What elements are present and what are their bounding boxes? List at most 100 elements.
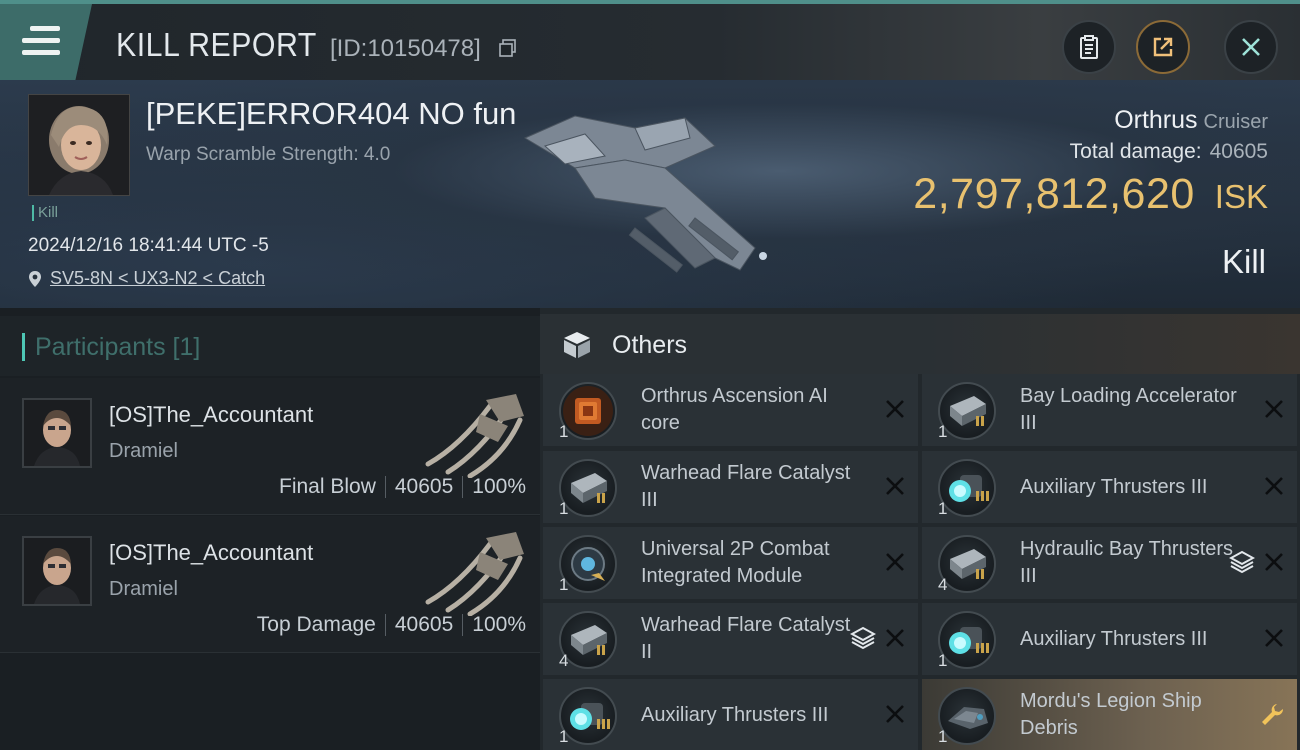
divider xyxy=(462,476,464,498)
total-damage-value: 40605 xyxy=(1209,140,1268,163)
participant-damage: 40605 xyxy=(394,613,454,636)
destroyed-x-icon xyxy=(1265,477,1283,495)
destroyed-x-icon xyxy=(886,705,904,723)
participant-stats: Final Blow 40605 100% xyxy=(279,475,526,499)
isk-unit: ISK xyxy=(1214,178,1268,215)
participant-ship: Dramiel xyxy=(109,578,178,600)
participant-role: Top Damage xyxy=(256,613,376,636)
participant-avatar[interactable] xyxy=(22,398,92,468)
others-item[interactable]: 1 Orthrus Ascension AI core xyxy=(543,374,918,446)
others-item[interactable]: 1 Auxiliary Thrusters III xyxy=(922,451,1297,523)
item-name: Orthrus Ascension AI core xyxy=(641,385,828,434)
report-id: [ID:10150478] xyxy=(330,35,481,62)
item-name: Universal 2P Combat Integrated Module xyxy=(641,538,830,587)
others-item[interactable]: 1 Bay Loading Accelerator III xyxy=(922,374,1297,446)
stack-icon[interactable] xyxy=(1229,549,1255,575)
others-item[interactable]: 1 Mordu's Legion Ship Debris xyxy=(922,679,1297,750)
item-name: Hydraulic Bay Thrusters III xyxy=(1020,538,1234,587)
destroyed-x-icon xyxy=(1265,553,1283,571)
others-item[interactable]: 1 Auxiliary Thrusters III xyxy=(922,603,1297,675)
clipboard-button[interactable] xyxy=(1062,20,1116,74)
participant-stats: Top Damage 40605 100% xyxy=(257,613,526,637)
participant-ship-image xyxy=(425,394,524,478)
victim-ship-image xyxy=(523,115,767,273)
kill-result: Kill xyxy=(1221,243,1266,280)
item-quantity: 1 xyxy=(559,422,569,441)
item-quantity: 1 xyxy=(938,422,948,441)
participant-name: [OS]The_Accountant xyxy=(109,402,314,427)
close-icon xyxy=(1242,38,1260,56)
isk-value: 2,797,812,620 ISK xyxy=(913,170,1268,219)
divider xyxy=(384,476,386,498)
victim-name: [PEKE]ERROR404 NO fun xyxy=(146,96,517,131)
item-name: Bay Loading Accelerator III xyxy=(1020,385,1237,434)
others-item[interactable]: 4 Hydraulic Bay Thrusters III xyxy=(922,527,1297,599)
kill-location[interactable]: SV5-8N < UX3-N2 < Catch xyxy=(28,268,265,289)
destroyed-x-icon xyxy=(886,553,904,571)
item-name: Auxiliary Thrusters III xyxy=(1020,475,1208,498)
participant-damage: 40605 xyxy=(394,475,454,498)
ship-type: Orthrus Cruiser xyxy=(1114,106,1268,135)
divider xyxy=(462,614,464,636)
warp-scramble-strength: Warp Scramble Strength: 4.0 xyxy=(146,144,391,165)
item-name: Warhead Flare Catalyst II xyxy=(641,614,851,663)
kill-tag: Kill xyxy=(32,205,58,221)
victim-banner: [PEKE]ERROR404 NO fun Warp Scramble Stre… xyxy=(0,80,1300,308)
participant-percent: 100% xyxy=(472,613,526,636)
item-quantity: 1 xyxy=(938,727,948,746)
cube-icon xyxy=(564,332,590,358)
destroyed-x-icon xyxy=(886,477,904,495)
page-title: KILL REPORT xyxy=(116,26,317,63)
close-button[interactable] xyxy=(1224,20,1278,74)
share-icon xyxy=(1153,37,1173,57)
item-name: Auxiliary Thrusters III xyxy=(641,703,829,726)
total-damage-label: Total damage: xyxy=(1069,140,1202,163)
kill-datetime: 2024/12/16 18:41:44 UTC -5 xyxy=(28,235,269,256)
others-panel: Others 1 Orthrus Ascension AI core 1 Bay Lo… xyxy=(540,308,1300,750)
participant-row[interactable]: [OS]The_Accountant Dramiel Top Damage 40… xyxy=(0,516,540,653)
location-link[interactable]: SV5-8N < UX3-N2 < Catch xyxy=(50,268,265,289)
participant-ship-image xyxy=(425,532,524,616)
divider xyxy=(384,614,386,636)
participants-panel: Participants [1] [OS]The_Accountant Dram… xyxy=(0,308,540,750)
item-quantity: 1 xyxy=(938,651,948,670)
item-name: Auxiliary Thrusters III xyxy=(1020,627,1208,650)
stack-icon[interactable] xyxy=(850,625,876,651)
participant-ship: Dramiel xyxy=(109,440,178,462)
participant-role: Final Blow xyxy=(279,475,376,498)
participant-name: [OS]The_Accountant xyxy=(109,540,314,565)
wrench-icon[interactable] xyxy=(1259,701,1285,727)
victim-avatar[interactable] xyxy=(28,94,130,196)
item-quantity: 1 xyxy=(559,575,569,594)
item-name: Warhead Flare Catalyst III xyxy=(641,462,851,511)
others-header: Others xyxy=(540,314,1300,374)
others-item[interactable]: 4 Warhead Flare Catalyst II xyxy=(543,603,918,675)
item-quantity: 1 xyxy=(559,727,569,746)
participants-header: Participants [1] xyxy=(0,316,540,376)
participant-avatar[interactable] xyxy=(22,536,92,606)
item-quantity: 4 xyxy=(938,575,948,594)
item-quantity: 4 xyxy=(559,651,569,670)
destroyed-x-icon xyxy=(886,629,904,647)
total-damage: Total damage: 40605 xyxy=(1070,140,1268,164)
item-name: Mordu's Legion Ship Debris xyxy=(1020,690,1202,739)
ship-class: Cruiser xyxy=(1203,111,1268,133)
others-title: Others xyxy=(612,331,688,359)
others-item[interactable]: 1 Universal 2P Combat Integrated Module xyxy=(543,527,918,599)
location-pin-icon xyxy=(29,270,41,287)
item-quantity: 1 xyxy=(938,499,948,518)
others-item[interactable]: 1 Warhead Flare Catalyst III xyxy=(543,451,918,523)
isk-amount: 2,797,812,620 xyxy=(913,170,1195,218)
share-button[interactable] xyxy=(1136,20,1190,74)
copy-icon[interactable] xyxy=(499,39,517,57)
destroyed-x-icon xyxy=(886,400,904,418)
ship-name: Orthrus xyxy=(1114,106,1198,134)
clipboard-icon xyxy=(1080,35,1098,59)
item-quantity: 1 xyxy=(559,499,569,518)
top-bar: KILL REPORT [ID:10150478] xyxy=(0,0,1300,80)
destroyed-x-icon xyxy=(1265,400,1283,418)
others-item[interactable]: 1 Auxiliary Thrusters III xyxy=(543,679,918,750)
menu-button[interactable] xyxy=(0,4,92,80)
participant-row[interactable]: [OS]The_Accountant Dramiel Final Blow 40… xyxy=(0,378,540,515)
destroyed-x-icon xyxy=(1265,629,1283,647)
